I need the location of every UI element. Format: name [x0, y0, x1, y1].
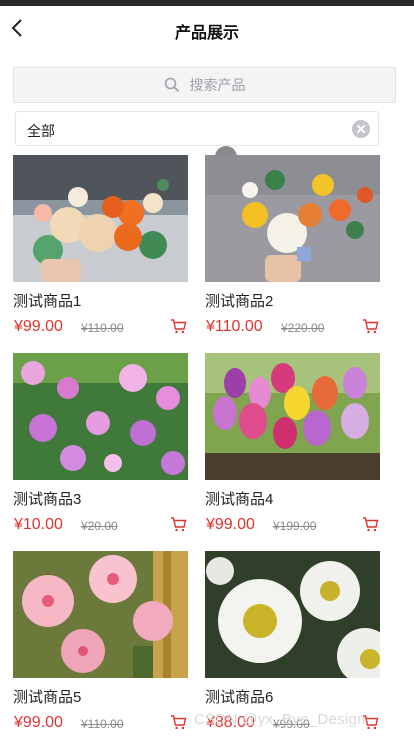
search-input[interactable]: 搜索产品 — [13, 67, 396, 103]
clear-icon[interactable] — [352, 120, 370, 138]
product-name: 测试商品6 — [205, 689, 274, 706]
product-original-price: ¥110.00 — [81, 321, 124, 335]
product-image-pink-lily — [13, 551, 188, 678]
cart-icon[interactable] — [362, 318, 379, 334]
product-image-cosmos — [13, 353, 188, 480]
product-image-daisy — [205, 551, 380, 678]
product-name: 测试商品4 — [205, 491, 274, 508]
watermark: CSDN @yx_Bye_Design — [194, 711, 366, 728]
product-name: 测试商品1 — [13, 293, 82, 310]
cart-icon[interactable] — [170, 318, 187, 334]
product-card[interactable]: 测试商品3 ¥10.00 ¥20.00 — [13, 353, 188, 551]
product-price: ¥110.00 — [206, 318, 263, 335]
product-original-price: ¥110.00 — [81, 717, 124, 731]
product-price: ¥99.00 — [14, 714, 63, 731]
search-placeholder: 搜索产品 — [189, 77, 246, 93]
product-original-price: ¥20.00 — [81, 519, 118, 533]
product-price: ¥99.00 — [14, 318, 63, 335]
category-value: 全部 — [27, 123, 55, 139]
cart-icon[interactable] — [362, 516, 379, 532]
product-name: 测试商品3 — [13, 491, 82, 508]
product-card[interactable]: 测试商品1 ¥99.00 ¥110.00 — [13, 155, 188, 353]
product-card[interactable]: 测试商品2 ¥110.00 ¥220.00 — [205, 155, 380, 353]
product-price: ¥99.00 — [206, 516, 255, 533]
product-original-price: ¥199.00 — [273, 519, 317, 533]
product-image-bouquet-white — [205, 155, 380, 282]
search-icon — [164, 77, 179, 93]
product-original-price: ¥220.00 — [281, 321, 325, 335]
nav-bar: 产品展示 — [0, 6, 414, 52]
category-select[interactable]: 全部 — [15, 111, 379, 146]
cart-icon[interactable] — [170, 714, 187, 730]
product-card[interactable]: 测试商品4 ¥99.00 ¥199.00 — [205, 353, 380, 551]
product-name: 测试商品5 — [13, 689, 82, 706]
page-title: 产品展示 — [174, 25, 239, 42]
cart-icon[interactable] — [170, 516, 187, 532]
product-price: ¥10.00 — [14, 516, 63, 533]
product-image-bouquet-peach — [13, 155, 188, 282]
product-image-hyacinth — [205, 353, 380, 480]
product-card[interactable]: 测试商品5 ¥99.00 ¥110.00 — [13, 551, 188, 741]
product-name: 测试商品2 — [205, 293, 274, 310]
